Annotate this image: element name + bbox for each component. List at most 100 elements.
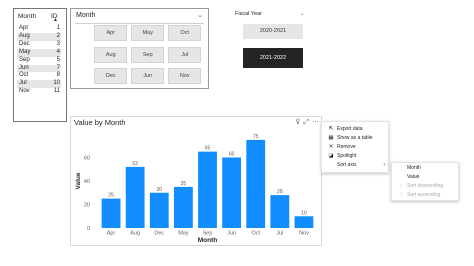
y-tick-label: 60 [84,156,90,162]
menu-item-export-data[interactable]: ⇱ Export data [327,125,385,134]
slicer-tile-aug[interactable]: Aug [94,46,128,63]
table-row[interactable]: Dec 3 [17,41,61,49]
submenu-item-value[interactable]: Value [397,173,455,182]
month-id-table[interactable]: Month ID ▲ Apr 1 Aug 2 Dec 3 May 4 Sep 5 Jun 7 Oct 8 J… [13,8,67,122]
y-tick-label: 20 [84,203,90,209]
menu-item-label: Export data [337,126,363,132]
cell-month: Dec [19,40,30,47]
cell-id: 5 [56,56,60,63]
chart-bar[interactable] [270,195,290,228]
table-header: Month ID [14,11,66,22]
menu-item-show-as-a-table[interactable]: ▦ Show as a table [327,134,385,143]
menu-item-label: Sort axis [337,162,357,168]
data-label: 30 [156,187,162,193]
cell-month: Oct [19,72,29,79]
slicer-tile-oct[interactable]: Oct [168,25,202,41]
x-tick-label: Sep [203,231,213,237]
table-row[interactable]: Apr 1 [17,25,61,33]
submenu-item-sort-descending: ↓ Sort descending [397,182,455,191]
data-label: 35 [181,181,187,187]
chart-plot: 0 20 40 60 25 Apr 52 Aug 30 Dec 35 May 65 Sep 60 Jun 75 O… [75,134,314,244]
slicer-tile-dec[interactable]: Dec [94,68,128,84]
spotlight-icon: ◪ [328,153,334,159]
cell-id: 8 [56,72,60,79]
slicer-title: Fiscal Year [235,11,262,17]
value-by-month-chart[interactable]: Value by Month ⊽ ⤢ ⋯ 0 20 40 60 25 Apr 52 Aug 30 De… [70,116,322,246]
submenu-item-label: Sort descending [407,183,444,189]
x-tick-label: Aug [130,231,140,237]
cell-month: Apr [19,25,29,31]
slicer-title: Month [76,12,96,19]
chevron-down-icon[interactable]: ⌄ [197,11,203,19]
slicer-tile-jul[interactable]: Jul [168,46,202,63]
table-row[interactable]: Jun 7 [17,64,61,73]
chevron-down-icon[interactable]: ⌄ [300,11,305,17]
cell-month: Jul [19,80,27,87]
sort-ascending-icon: ▲ [53,17,58,23]
table-row[interactable]: Nov 11 [17,88,61,96]
x-tick-label: Jul [276,231,283,237]
cell-id: 4 [56,48,60,55]
data-label: 60 [229,152,235,158]
cell-month: Nov [19,88,30,95]
cell-month: May [19,48,31,55]
table-row[interactable]: Oct 8 [17,72,61,80]
x-tick-label: May [178,231,189,237]
submenu-item-sort-ascending: ↑ Sort ascending [397,191,455,200]
data-label: 52 [132,161,138,167]
data-label: 65 [205,146,211,152]
table-row[interactable]: May 4 [17,48,61,57]
remove-icon: ✕ [328,144,334,150]
menu-item-label: Remove [337,144,356,150]
fiscal-year-option-2021-2022[interactable]: 2021-2022 [243,48,303,68]
chart-bar[interactable] [149,192,169,228]
slicer-tile-sep[interactable]: Sep [131,46,165,63]
x-axis-title: Month [198,237,218,244]
y-axis-title: Value [75,172,82,189]
column-header-month[interactable]: Month [18,13,36,20]
chart-bar[interactable] [173,186,193,228]
x-tick-label: Nov [299,231,309,237]
fiscal-year-slicer[interactable]: Fiscal Year ⌄ 2020-2021 2021-2022 [228,8,308,70]
data-label: 75 [253,134,259,140]
x-tick-label: Dec [154,231,164,237]
slicer-tile-nov[interactable]: Nov [168,68,202,84]
cell-month: Aug [19,32,30,39]
y-tick-label: 0 [87,226,90,232]
month-slicer[interactable]: Month ⌄ Apr May Oct Aug Sep Jul Dec Jun Nov [70,8,209,89]
slicer-tile-apr[interactable]: Apr [94,25,128,41]
cell-id: 10 [53,80,60,87]
submenu-item-label: Value [407,174,420,180]
menu-item-spotlight[interactable]: ◪ Spotlight [327,152,385,161]
chart-bar[interactable] [246,139,266,228]
cell-id: 3 [56,40,60,47]
fiscal-year-option-2020-2021[interactable]: 2020-2021 [243,24,303,39]
table-row[interactable]: Aug 2 [17,32,61,41]
submenu-item-month[interactable]: Month [397,164,455,173]
cell-id: 7 [56,64,60,71]
sort-icon: ↑ [399,192,403,198]
table-icon: ▦ [328,135,334,141]
slicer-tile-jun[interactable]: Jun [131,68,165,84]
slicer-tile-may[interactable]: May [131,25,165,41]
data-label: 25 [108,193,114,199]
cell-month: Jun [19,64,29,71]
table-row[interactable]: Sep 5 [17,57,61,65]
chart-bar[interactable] [198,151,217,228]
chart-bar[interactable] [294,216,314,228]
chart-bar[interactable] [101,198,121,228]
sort-icon: ↓ [399,183,403,189]
chart-bar[interactable] [222,157,242,229]
submenu-item-label: Month [407,165,421,171]
divider [75,23,204,24]
cell-id: 11 [53,88,60,95]
menu-item-remove[interactable]: ✕ Remove [327,143,385,152]
cell-month: Sep [19,56,30,63]
menu-item-sort-axis[interactable]: Sort axis › [327,161,385,170]
context-menu: ⇱ Export data ▦ Show as a table ✕ Remove ◪ Spot… [321,121,389,173]
chart-bar[interactable] [125,166,145,228]
sort-axis-submenu: Month Value ↓ Sort descending ↑ Sort ascendin… [391,162,459,201]
table-row[interactable]: Jul 10 [17,80,61,89]
y-tick-label: 40 [84,179,90,185]
cell-id: 1 [56,25,60,31]
